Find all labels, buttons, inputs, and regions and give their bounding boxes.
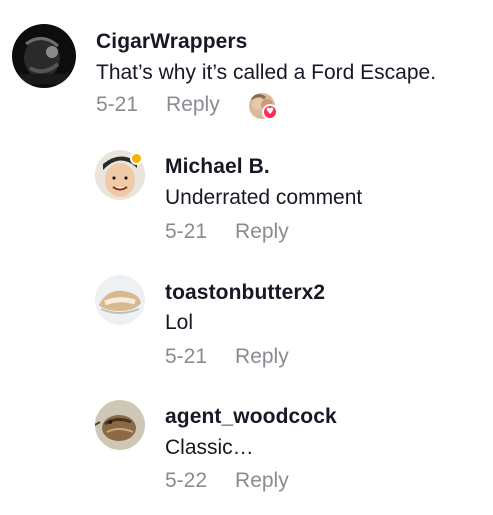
comment-date: 5-21 [165, 220, 208, 243]
comment-text: Underrated comment [165, 186, 363, 209]
creator-liked-badge: ♥ [249, 93, 279, 123]
online-status-dot [130, 152, 143, 165]
comment-username[interactable]: toastonbutterx2 [165, 281, 325, 305]
comment-agent-woodcock: agent_woodcock Classic… 5-22 Reply [0, 390, 493, 505]
heart-icon: ♥ [262, 104, 278, 120]
comment-meta: 5-21 Reply [96, 93, 220, 117]
comment-text: Classic… [165, 436, 254, 459]
reply-button[interactable]: Reply [235, 469, 289, 493]
comment-username[interactable]: Michael B. [165, 155, 270, 179]
avatar[interactable] [95, 400, 145, 450]
comment-date: 5-21 [165, 345, 208, 368]
comment-text: That’s why it’s called a Ford Escape. [96, 61, 437, 84]
reply-button[interactable]: Reply [166, 93, 220, 117]
comment-toastonbutterx2: toastonbutterx2 Lol 5-21 Reply [0, 265, 493, 380]
comment-username[interactable]: CigarWrappers [96, 30, 247, 54]
reply-button[interactable]: Reply [235, 345, 289, 369]
comment-text: Lol [165, 311, 194, 334]
avatar[interactable] [12, 24, 76, 88]
comment-meta: 5-21 Reply [165, 345, 289, 369]
avatar[interactable] [95, 275, 145, 325]
comment-meta: 5-22 Reply [165, 469, 289, 493]
comment-cigarwrappers: CigarWrappers That’s why it’s called a F… [0, 0, 493, 130]
comment-date: 5-21 [96, 93, 139, 116]
comment-date: 5-22 [165, 469, 208, 492]
comment-michael-b: Michael B. Underrated comment 5-21 Reply [0, 140, 493, 255]
comment-meta: 5-21 Reply [165, 220, 289, 244]
comment-username[interactable]: agent_woodcock [165, 405, 337, 429]
reply-button[interactable]: Reply [235, 220, 289, 244]
